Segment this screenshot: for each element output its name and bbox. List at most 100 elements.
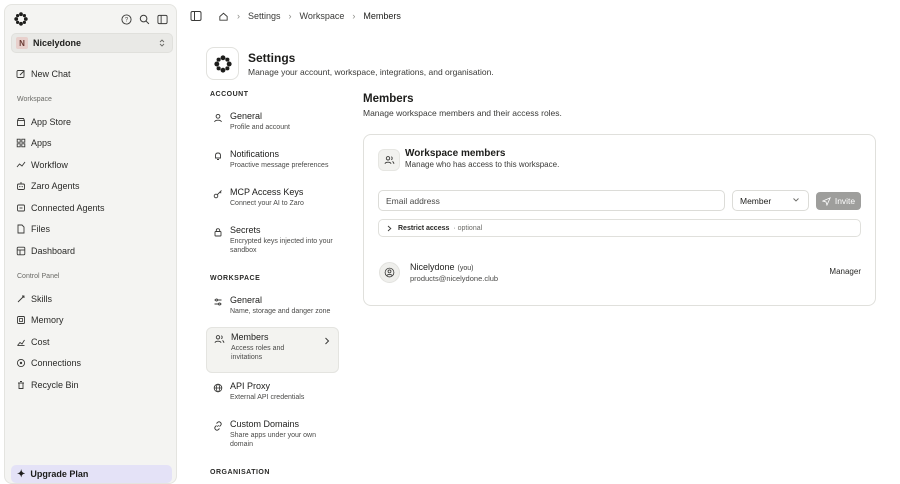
upgrade-plan-button[interactable]: ✦ Upgrade Plan [11, 465, 172, 483]
edit-icon [16, 70, 25, 78]
nav-item-members[interactable]: Members Access roles and invitations [206, 327, 339, 373]
nav-item-title: General [230, 111, 263, 121]
users-icon [214, 335, 225, 343]
member-email: products@nicelydone.club [410, 274, 499, 283]
avatar [379, 262, 400, 283]
panel-toggle-icon[interactable] [190, 10, 202, 22]
nav-item-title: MCP Access Keys [230, 187, 304, 197]
sidebar-section-workspace: Workspace [17, 96, 52, 103]
sidebar-item-memory[interactable]: Memory [11, 311, 173, 329]
nav-item-notifications[interactable]: Notifications Proactive message preferen… [206, 145, 339, 174]
sidebar-item-label: Zaro Agents [31, 181, 80, 191]
sidebar-item-label: Dashboard [31, 246, 76, 256]
page-subtitle: Manage your account, workspace, integrat… [248, 67, 494, 77]
workspace-name: Nicelydone [33, 38, 82, 48]
sidebar-item-connections[interactable]: Connections [11, 354, 173, 372]
breadcrumb-members: Members [363, 11, 401, 21]
section-title: Members [363, 93, 414, 105]
nav-item-title: API Proxy [230, 381, 271, 391]
breadcrumb-settings[interactable]: Settings [248, 11, 281, 21]
sidebar-item-label: Cost [31, 337, 50, 347]
send-icon [821, 196, 831, 206]
settings-logo-icon [206, 47, 239, 80]
nav-item-account-general[interactable]: General Profile and account [206, 107, 339, 136]
users-icon [378, 149, 400, 171]
connections-icon [16, 358, 26, 368]
nav-item-workspace-general[interactable]: General Name, storage and danger zone [206, 291, 339, 320]
home-icon[interactable] [218, 11, 229, 22]
sidebar-item-label: App Store [31, 117, 72, 127]
link-chain-icon [214, 421, 222, 431]
link-icon [17, 204, 25, 212]
search-icon[interactable] [138, 13, 150, 25]
section-subtitle: Manage workspace members and their acces… [363, 108, 562, 118]
nav-item-title: General [230, 295, 263, 305]
agent-icon [17, 182, 25, 190]
store-icon [17, 118, 25, 126]
invite-label: Invite [834, 196, 856, 206]
sidebar-item-files[interactable]: Files [11, 220, 173, 238]
role-select[interactable]: Member [732, 190, 809, 211]
sidebar-item-zaro-agents[interactable]: Zaro Agents [11, 177, 173, 195]
email-input[interactable] [378, 190, 725, 211]
apps-icon [16, 138, 26, 148]
member-you-tag: (you) [457, 265, 474, 272]
new-chat-button[interactable]: New Chat [11, 65, 173, 83]
chevron-down-icon [793, 198, 799, 202]
sidebar-item-app-store[interactable]: App Store [11, 113, 173, 131]
nav-item-title: Secrets [230, 225, 261, 235]
member-role: Manager [829, 267, 861, 276]
svg-text:?: ? [124, 17, 128, 23]
sidebar-section-control-panel: Control Panel [17, 273, 60, 280]
sidebar: ? N Nicelydone New Chat Workspace App St… [4, 4, 177, 484]
breadcrumb-workspace[interactable]: Workspace [300, 11, 345, 21]
workspace-selector[interactable]: N Nicelydone [11, 33, 173, 53]
workflow-icon [16, 161, 26, 168]
nav-item-secrets[interactable]: Secrets Encrypted keys injected into you… [206, 221, 339, 260]
sidebar-item-label: Skills [31, 294, 53, 304]
sidebar-item-workflow[interactable]: Workflow [11, 156, 173, 174]
memory-icon [17, 316, 25, 324]
workspace-badge: N [16, 37, 28, 49]
nav-item-custom-domains[interactable]: Custom Domains Share apps under your own… [206, 415, 339, 454]
bell-icon [215, 152, 221, 160]
sidebar-toggle-icon[interactable] [156, 13, 168, 25]
dashboard-icon [16, 246, 26, 256]
logo-icon[interactable] [14, 12, 28, 26]
nav-item-desc: Share apps under your own domain [230, 432, 316, 449]
sidebar-item-skills[interactable]: Skills [11, 290, 173, 308]
nav-item-desc: Connect your AI to Zaro [230, 200, 304, 207]
key-icon [213, 190, 222, 199]
nav-section-workspace: WORKSPACE [210, 275, 261, 282]
chevron-right-icon [387, 225, 392, 231]
nav-item-mcp-access-keys[interactable]: MCP Access Keys Connect your AI to Zaro [206, 183, 339, 212]
sidebar-item-label: Recycle Bin [31, 380, 79, 390]
chevron-right-icon: › [237, 11, 240, 21]
restrict-access-toggle[interactable]: Restrict access · optional [378, 219, 861, 237]
sidebar-item-connected-agents[interactable]: Connected Agents [11, 199, 173, 217]
sparkle-icon: ✦ [17, 468, 26, 480]
nav-item-api-proxy[interactable]: API Proxy External API credentials [206, 377, 339, 406]
chevron-right-icon [325, 337, 330, 345]
help-icon[interactable]: ? [120, 13, 132, 25]
nav-item-desc: External API credentials [230, 394, 305, 401]
user-icon [214, 113, 222, 123]
sidebar-item-recycle-bin[interactable]: Recycle Bin [11, 376, 173, 394]
sidebar-item-cost[interactable]: Cost [11, 333, 173, 351]
sidebar-item-label: Workflow [31, 160, 68, 170]
invite-button[interactable]: Invite [816, 192, 861, 210]
nav-section-organisation: ORGANISATION [210, 469, 270, 476]
sidebar-item-dashboard[interactable]: Dashboard [11, 242, 173, 260]
restrict-access-label: Restrict access [398, 224, 450, 232]
sidebar-item-label: Connected Agents [31, 203, 105, 213]
member-name: Nicelydone (you) [410, 262, 473, 272]
sidebar-item-apps[interactable]: Apps [11, 134, 173, 152]
cost-icon [17, 339, 25, 346]
chevron-right-icon: › [352, 11, 356, 21]
sidebar-item-label: Apps [31, 138, 52, 148]
restrict-access-optional: · optional [453, 224, 483, 232]
lock-icon [214, 228, 222, 237]
breadcrumb: › Settings › Workspace › Members [190, 8, 401, 24]
page-title: Settings [248, 51, 296, 65]
nav-item-desc: Profile and account [230, 124, 290, 131]
